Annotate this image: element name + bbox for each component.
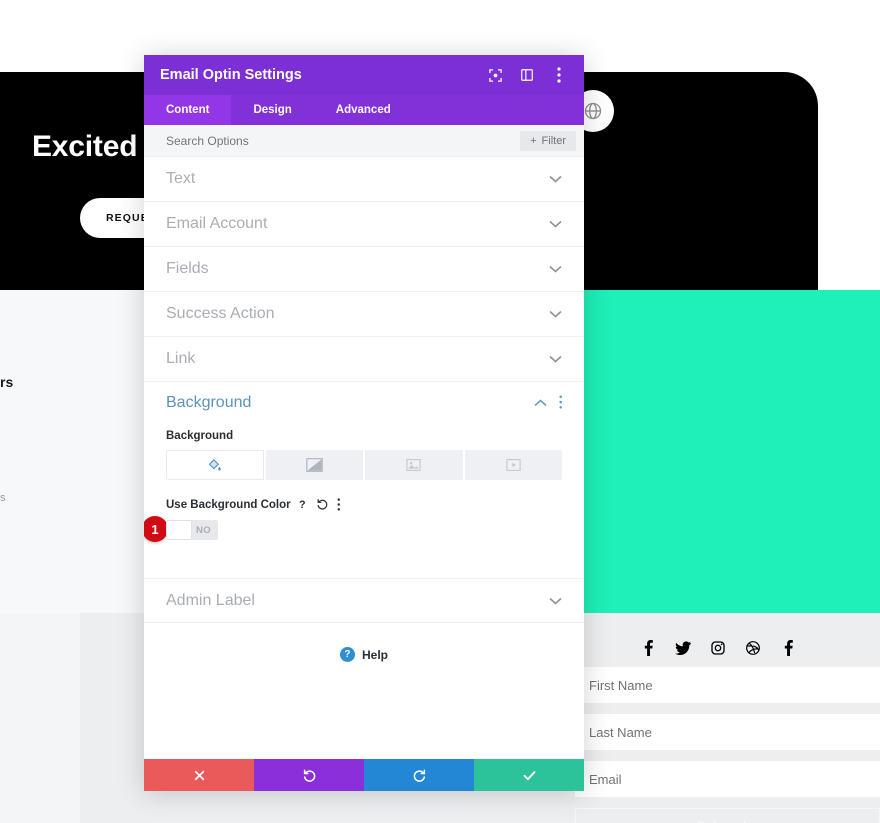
paint-bucket-icon: [208, 458, 221, 470]
email-optin-settings-modal: Email Optin Settings Content Design Adva…: [144, 55, 584, 791]
use-background-color-toggle-wrap: 1 NO: [144, 516, 562, 542]
accordion-background-label: Background: [166, 394, 252, 411]
accordion-success-action[interactable]: Success Action: [144, 292, 584, 337]
modal-footer: [144, 759, 584, 791]
chevron-down-icon: [549, 173, 562, 185]
accordion-link-label: Link: [166, 350, 196, 367]
filter-button[interactable]: + Filter: [520, 130, 576, 151]
focus-target-icon[interactable]: [486, 66, 504, 84]
step-badge-1: 1: [144, 516, 168, 542]
first-name-field[interactable]: First Name: [575, 667, 880, 703]
email-field[interactable]: Email: [575, 761, 880, 797]
twitter-icon[interactable]: [675, 640, 691, 656]
plus-icon: +: [530, 134, 537, 147]
redo-arrow-icon: [413, 768, 425, 782]
undo-icon[interactable]: [316, 498, 329, 511]
chevron-down-icon: [549, 308, 562, 320]
instagram-icon[interactable]: [710, 640, 726, 656]
kebab-menu-icon[interactable]: [558, 395, 563, 411]
chevron-down-icon: [549, 218, 562, 230]
accordion-fields-label: Fields: [166, 260, 209, 277]
last-name-placeholder: Last Name: [589, 724, 652, 740]
question-circle-icon: ?: [339, 647, 355, 662]
globe-icon: [584, 102, 602, 120]
use-background-color-toggle[interactable]: NO: [166, 520, 218, 540]
kebab-menu-icon[interactable]: [337, 498, 341, 511]
accordion-email-account[interactable]: Email Account: [144, 202, 584, 247]
background-section-body: Background Use Background Color ? 1 NO: [144, 430, 584, 578]
modal-title: Email Optin Settings: [160, 67, 302, 83]
check-icon: [523, 770, 535, 780]
accordion-email-account-label: Email Account: [166, 215, 268, 232]
toggle-state-label: NO: [195, 524, 211, 536]
background-type-gradient[interactable]: [265, 450, 365, 480]
redo-button[interactable]: [364, 759, 474, 791]
help-link[interactable]: ? Help: [144, 623, 584, 686]
question-mark-icon[interactable]: ?: [299, 498, 308, 511]
modal-body: Text Email Account Fields Success Action: [144, 157, 584, 759]
chevron-down-icon: [549, 353, 562, 365]
use-background-color-label: Use Background Color: [166, 498, 291, 511]
layout-panel-icon[interactable]: [518, 66, 536, 84]
search-bar: + Filter: [144, 125, 584, 157]
facebook-icon[interactable]: [640, 640, 656, 656]
modal-header-actions: [486, 66, 568, 84]
subscribe-button[interactable]: Subscribe: [575, 808, 880, 823]
accordion-success-action-label: Success Action: [166, 305, 275, 322]
accordion-admin-label-text: Admin Label: [166, 591, 255, 609]
facebook-icon[interactable]: [780, 640, 796, 656]
background-type-video[interactable]: [464, 450, 562, 480]
last-name-field[interactable]: Last Name: [575, 714, 880, 750]
background-field-label: Background: [166, 430, 234, 442]
left-text-fragment-bottom: s: [0, 492, 6, 504]
save-button[interactable]: [474, 759, 584, 791]
modal-tabs: Content Design Advanced: [144, 95, 584, 125]
undo-arrow-icon: [303, 768, 315, 782]
undo-button[interactable]: [254, 759, 364, 791]
accordion-admin-label[interactable]: Admin Label: [144, 578, 584, 623]
tab-content[interactable]: Content: [144, 95, 232, 125]
accordion-link[interactable]: Link: [144, 337, 584, 382]
gradient-icon: [305, 458, 323, 472]
toggle-knob: [166, 520, 192, 540]
accordion-background-actions: [533, 395, 563, 411]
background-type-color[interactable]: [166, 450, 266, 480]
accordion-background[interactable]: Background: [144, 382, 584, 424]
chevron-up-icon[interactable]: [533, 397, 547, 409]
svg-text:?: ?: [299, 499, 306, 511]
image-icon: [406, 459, 421, 471]
left-text-fragment-top: rs: [0, 374, 14, 390]
left-content-panel: [0, 290, 144, 613]
accordion-fields[interactable]: Fields: [144, 247, 584, 292]
page-bottom-strip-left: [0, 613, 80, 823]
tab-advanced[interactable]: Advanced: [314, 95, 413, 125]
background-type-image[interactable]: [365, 450, 465, 480]
accordion-text[interactable]: Text: [144, 157, 584, 202]
dribbble-icon[interactable]: [745, 640, 761, 656]
use-background-color-row: Use Background Color ?: [166, 498, 562, 511]
chevron-down-icon: [549, 595, 562, 607]
modal-header: Email Optin Settings: [144, 55, 584, 95]
filter-button-label: Filter: [541, 134, 566, 147]
screen-root: Excited to REQUEST First Name Last Name …: [0, 0, 880, 823]
accordion-text-label: Text: [166, 170, 196, 187]
email-placeholder: Email: [589, 771, 622, 787]
cancel-button[interactable]: [144, 759, 254, 791]
chevron-down-icon: [549, 263, 562, 275]
close-x-icon: [194, 770, 204, 780]
social-follow-row: [640, 640, 796, 656]
background-type-selector: [166, 450, 562, 480]
kebab-menu-icon[interactable]: [550, 66, 568, 84]
first-name-placeholder: First Name: [589, 677, 653, 693]
tab-design[interactable]: Design: [231, 95, 313, 125]
help-label: Help: [361, 647, 388, 662]
video-icon: [506, 459, 521, 471]
search-input[interactable]: [166, 133, 521, 148]
